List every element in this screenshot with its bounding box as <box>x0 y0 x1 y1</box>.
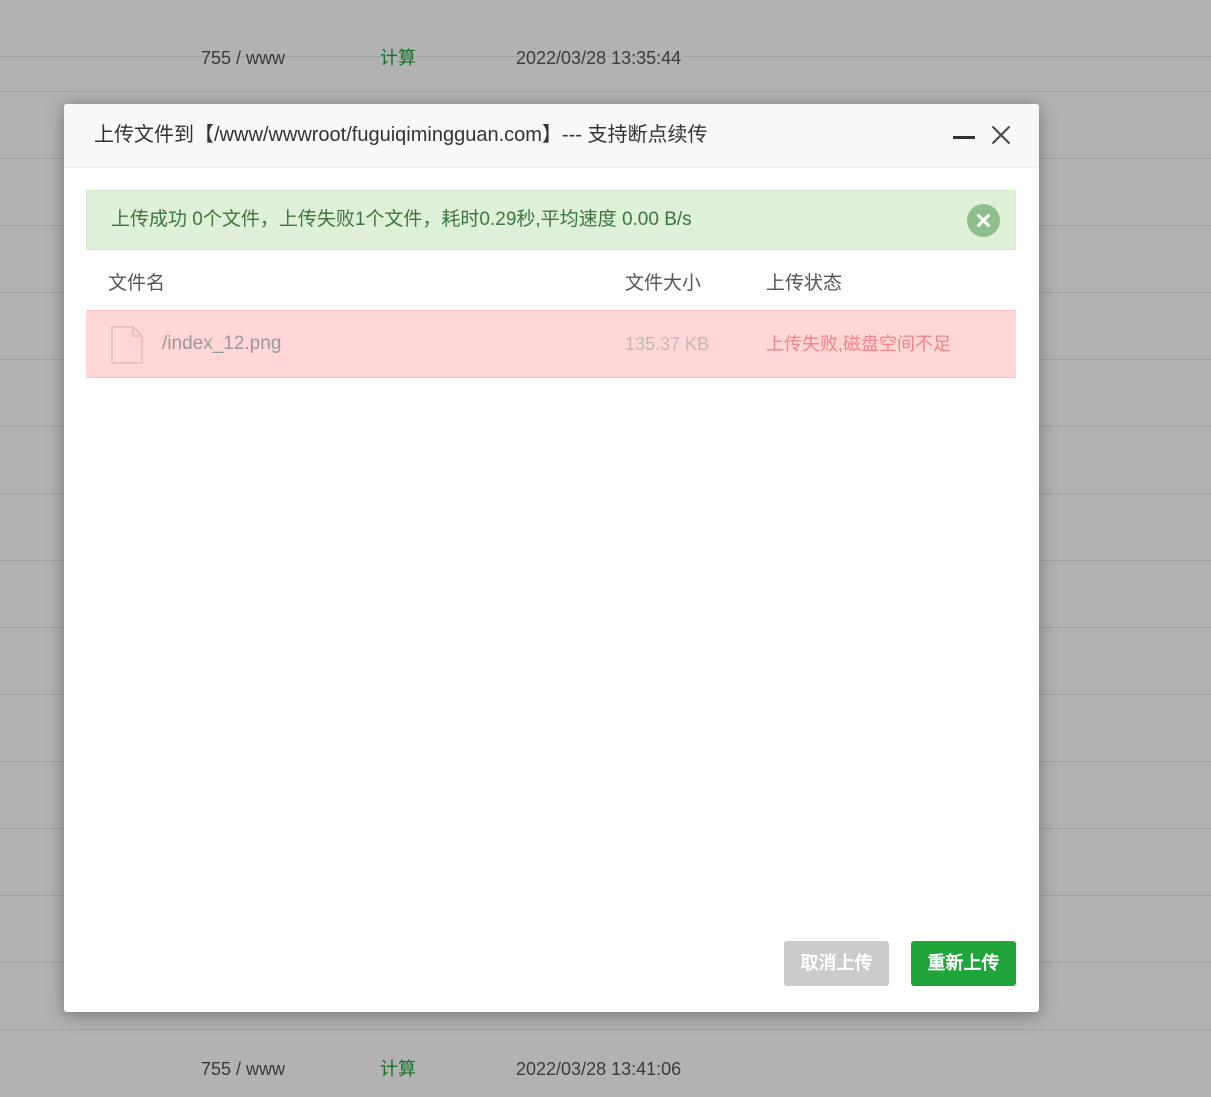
column-header-size: 文件大小 <box>625 273 702 294</box>
close-circle-icon[interactable] <box>967 204 1000 237</box>
reupload-button[interactable]: 重新上传 <box>911 941 1016 986</box>
column-header-status: 上传状态 <box>766 273 843 294</box>
table-row: /index_12.png 135.37 KB 上传失败,磁盘空间不足 <box>86 310 1016 378</box>
upload-result-text: 上传成功 0个文件，上传失败1个文件，耗时0.29秒,平均速度 0.00 B/s <box>111 209 692 230</box>
minimize-icon[interactable] <box>951 122 977 148</box>
close-icon[interactable] <box>988 122 1014 148</box>
upload-status: 上传失败,磁盘空间不足 <box>766 334 951 354</box>
dialog-header: 上传文件到【/www/wwwroot/fuguiqimingguan.com】-… <box>64 104 1039 168</box>
table-header: 文件名 文件大小 上传状态 <box>86 259 1016 309</box>
file-name: /index_12.png <box>162 333 282 354</box>
dialog-title: 上传文件到【/www/wwwroot/fuguiqimingguan.com】-… <box>94 124 708 146</box>
file-icon <box>111 326 143 364</box>
upload-result-alert: 上传成功 0个文件，上传失败1个文件，耗时0.29秒,平均速度 0.00 B/s <box>86 190 1016 250</box>
upload-dialog: 上传文件到【/www/wwwroot/fuguiqimingguan.com】-… <box>64 104 1039 1012</box>
file-size: 135.37 KB <box>625 334 710 354</box>
column-header-name: 文件名 <box>108 273 166 294</box>
cancel-upload-button[interactable]: 取消上传 <box>784 941 889 986</box>
